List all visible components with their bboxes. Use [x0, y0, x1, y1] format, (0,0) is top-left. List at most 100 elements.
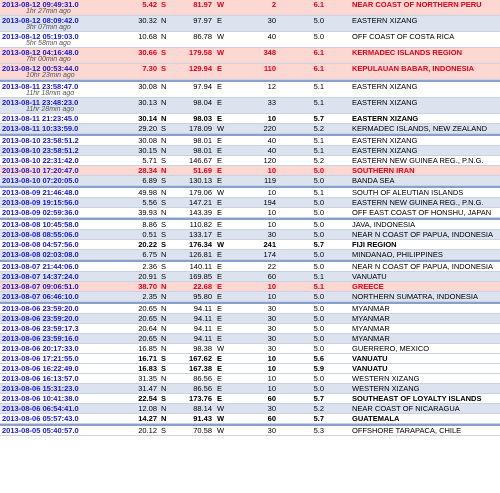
- quake-row[interactable]: 2013-08-11 10:33:59.0 29.20 S 178.09 W 220 5.2…: [0, 124, 500, 134]
- quake-row[interactable]: 2013-08-10 07:20:05.0 6.89 S 130.13 E 119 5.0 B…: [0, 176, 500, 186]
- quake-datetime[interactable]: 2013-08-06 06:54:41.0: [2, 405, 79, 413]
- quake-row[interactable]: 2013-08-12 05:19:03.0 10.68 N 86.78 W 40 5.0 OF…: [0, 32, 500, 48]
- quake-elapsed-time: 11hr 28min ago: [26, 106, 75, 113]
- quake-row[interactable]: 2013-08-07 21:44:06.0 2.36 S 140.11 E 22 5.0 NE…: [0, 262, 500, 272]
- quake-row[interactable]: 2013-08-08 10:45:58.0 8.86 S 110.82 E 10 5.0 JA…: [0, 220, 500, 230]
- quake-region: SOUTHERN IRAN: [352, 166, 415, 175]
- quake-longitude: 110.82: [189, 220, 212, 229]
- quake-row[interactable]: 2013-08-06 23:59:20.0 20.65 N 94.11 E 30 5.0 MY…: [0, 304, 500, 314]
- quake-longitude: 51.69: [193, 166, 212, 175]
- quake-lon-hemisphere: W: [217, 240, 225, 249]
- quake-datetime[interactable]: 2013-08-07 06:46:10.0: [2, 293, 79, 301]
- quake-datetime[interactable]: 2013-08-10 22:31:42.0: [2, 157, 79, 165]
- quake-lon-hemisphere: E: [217, 394, 223, 403]
- quake-row[interactable]: 2013-08-09 19:15:56.0 5.56 S 147.21 E 194 5.0 E…: [0, 198, 500, 208]
- quake-datetime[interactable]: 2013-08-07 21:44:06.0: [2, 263, 79, 271]
- quake-row[interactable]: 2013-08-07 14:37:24.0 20.91 S 169.85 E 60 5.1 V…: [0, 272, 500, 282]
- quake-latitude: 5.71: [142, 156, 157, 165]
- quake-datetime[interactable]: 2013-08-08 02:03:08.0: [2, 251, 79, 259]
- quake-datetime[interactable]: 2013-08-09 02:59:36.0: [2, 209, 79, 217]
- quake-region: KERMADEC ISLANDS REGION: [352, 48, 463, 57]
- quake-region: VANUATU: [352, 364, 388, 373]
- quake-longitude: 179.58: [189, 48, 212, 57]
- quake-row[interactable]: 2013-08-08 08:55:06.0 0.51 S 133.17 E 30 5.0 NE…: [0, 230, 500, 240]
- quake-row[interactable]: 2013-08-06 20:17:33.0 16.85 N 98.38 W 30 5.0 GU…: [0, 344, 500, 354]
- quake-row[interactable]: 2013-08-11 21:23:45.0 30.14 N 98.03 E 10 5.7 EA…: [0, 114, 500, 124]
- quake-row[interactable]: 2013-08-11 23:48:23.0 30.13 N 98.04 E 33 5.1 EA…: [0, 98, 500, 114]
- quake-datetime[interactable]: 2013-08-06 20:17:33.0: [2, 345, 79, 353]
- quake-datetime[interactable]: 2013-08-07 14:37:24.0: [2, 273, 79, 281]
- quake-row[interactable]: 2013-08-08 04:57:56.0 20.22 S 176.34 W 241 5.7…: [0, 240, 500, 250]
- quake-latitude: 38.70: [138, 282, 157, 291]
- quake-row[interactable]: 2013-08-06 16:22:49.0 16.83 S 167.38 E 10 5.9 V…: [0, 364, 500, 374]
- quake-lat-hemisphere: N: [161, 146, 167, 155]
- quake-lat-hemisphere: N: [161, 114, 167, 123]
- quake-row[interactable]: 2013-08-11 23:58:47.0 30.08 N 97.94 E 12 5.1 EA…: [0, 82, 500, 98]
- quake-datetime[interactable]: 2013-08-08 04:57:56.0: [2, 241, 79, 249]
- quake-row[interactable]: 2013-08-06 23:59:16.0 20.65 N 94.11 E 30 5.0 MY…: [0, 334, 500, 344]
- quake-datetime[interactable]: 2013-08-06 16:13:57.0: [2, 375, 79, 383]
- quake-datetime[interactable]: 2013-08-11 10:33:59.0: [2, 125, 78, 133]
- quake-datetime[interactable]: 2013-08-06 23:59:20.0: [2, 315, 79, 323]
- quake-datetime[interactable]: 2013-08-06 10:41:38.0: [2, 395, 79, 403]
- quake-region: GUERRERO, MEXICO: [352, 344, 430, 353]
- quake-datetime[interactable]: 2013-08-07 09:06:51.0: [2, 283, 79, 291]
- quake-magnitude: 6.1: [313, 48, 324, 57]
- quake-datetime[interactable]: 2013-08-11 21:23:45.0: [2, 115, 78, 123]
- quake-longitude: 94.11: [193, 334, 212, 343]
- quake-magnitude: 5.6: [313, 354, 324, 363]
- quake-datetime[interactable]: 2013-08-06 16:22:49.0: [2, 365, 79, 373]
- quake-row[interactable]: 2013-08-10 17:20:47.0 28.34 N 51.69 E 10 5.0 SO…: [0, 166, 500, 176]
- quake-datetime[interactable]: 2013-08-06 05:57:43.0: [2, 415, 79, 423]
- quake-datetime[interactable]: 2013-08-09 19:15:56.0: [2, 199, 79, 207]
- quake-row[interactable]: 2013-08-08 02:03:08.0 6.75 N 126.81 E 174 5.0 M…: [0, 250, 500, 260]
- quake-datetime[interactable]: 2013-08-08 10:45:58.0: [2, 221, 79, 229]
- quake-row[interactable]: 2013-08-10 22:31:42.0 5.71 S 146.67 E 120 5.2 E…: [0, 156, 500, 166]
- quake-row[interactable]: 2013-08-10 23:58:51.2 30.15 N 98.01 E 40 5.1 EA…: [0, 146, 500, 156]
- quake-magnitude: 5.7: [313, 414, 324, 423]
- quake-latitude: 14.27: [138, 414, 157, 423]
- quake-datetime[interactable]: 2013-08-06 23:59:20.0: [2, 305, 79, 313]
- quake-longitude: 94.11: [193, 324, 212, 333]
- quake-lat-hemisphere: N: [161, 414, 167, 423]
- quake-magnitude: 5.0: [313, 16, 324, 25]
- quake-latitude: 31.35: [138, 374, 157, 383]
- quake-row[interactable]: 2013-08-12 09:49:31.0 5.42 S 81.97 W 2 6.1 NEAR…: [0, 0, 500, 16]
- quake-lat-hemisphere: S: [161, 64, 167, 73]
- quake-datetime[interactable]: 2013-08-05 05:40:57.0: [2, 427, 79, 435]
- quake-row[interactable]: 2013-08-12 08:09:42.0 30.32 N 97.97 E 30 5.0 EA…: [0, 16, 500, 32]
- quake-datetime[interactable]: 2013-08-09 21:46:48.0: [2, 189, 79, 197]
- quake-datetime[interactable]: 2013-08-10 07:20:05.0: [2, 177, 79, 185]
- quake-row[interactable]: 2013-08-05 05:40:57.0 20.12 S 70.58 W 30 5.3 OF…: [0, 426, 500, 436]
- quake-row[interactable]: 2013-08-06 05:57:43.0 14.27 N 91.43 W 60 5.7 GU…: [0, 414, 500, 424]
- quake-row[interactable]: 2013-08-06 15:31:23.0 31.47 N 86.56 E 10 5.0 WE…: [0, 384, 500, 394]
- quake-datetime[interactable]: 2013-08-10 17:20:47.0: [2, 167, 79, 175]
- quake-row[interactable]: 2013-08-09 02:59:36.0 39.93 N 143.39 E 10 5.0 O…: [0, 208, 500, 218]
- quake-datetime[interactable]: 2013-08-06 23:59:17.3: [2, 325, 79, 333]
- quake-lat-hemisphere: S: [161, 364, 167, 373]
- quake-row[interactable]: 2013-08-12 00:53:44.0 7.30 S 129.94 E 110 6.1 K…: [0, 64, 500, 80]
- quake-row[interactable]: 2013-08-06 16:13:57.0 31.35 N 86.56 E 10 5.0 WE…: [0, 374, 500, 384]
- quake-row[interactable]: 2013-08-06 10:41:38.0 22.54 S 173.76 E 60 5.7 S…: [0, 394, 500, 404]
- quake-row[interactable]: 2013-08-06 23:59:20.0 20.65 N 94.11 E 30 5.0 MY…: [0, 314, 500, 324]
- quake-longitude: 176.34: [189, 240, 212, 249]
- quake-datetime[interactable]: 2013-08-10 23:58:51.2: [2, 137, 79, 145]
- quake-datetime[interactable]: 2013-08-10 23:58:51.2: [2, 147, 79, 155]
- quake-datetime[interactable]: 2013-08-08 08:55:06.0: [2, 231, 79, 239]
- quake-row[interactable]: 2013-08-12 04:16:48.0 30.66 S 179.58 W 348 6.1…: [0, 48, 500, 64]
- quake-row[interactable]: 2013-08-07 06:46:10.0 2.35 N 95.80 E 10 5.0 NOR…: [0, 292, 500, 302]
- quake-latitude: 5.42: [142, 0, 157, 9]
- quake-datetime[interactable]: 2013-08-06 23:59:16.0: [2, 335, 79, 343]
- quake-lon-hemisphere: E: [217, 208, 223, 217]
- quake-magnitude: 5.1: [313, 82, 324, 91]
- quake-datetime[interactable]: 2013-08-06 17:21:55.0: [2, 355, 79, 363]
- quake-depth: 241: [263, 240, 276, 249]
- quake-row[interactable]: 2013-08-06 17:21:55.0 16.71 S 167.62 E 10 5.6 V…: [0, 354, 500, 364]
- quake-row[interactable]: 2013-08-10 23:58:51.2 30.08 N 98.01 E 40 5.1 EA…: [0, 136, 500, 146]
- quake-magnitude: 6.1: [313, 0, 324, 9]
- quake-row[interactable]: 2013-08-06 23:59:17.3 20.64 N 94.11 E 30 5.0 MY…: [0, 324, 500, 334]
- quake-datetime[interactable]: 2013-08-06 15:31:23.0: [2, 385, 79, 393]
- quake-row[interactable]: 2013-08-07 09:06:51.0 38.70 N 22.68 E 10 5.1 GR…: [0, 282, 500, 292]
- quake-row[interactable]: 2013-08-06 06:54:41.0 12.08 N 88.14 W 30 5.2 NE…: [0, 404, 500, 414]
- quake-row[interactable]: 2013-08-09 21:46:48.0 49.98 N 179.06 W 10 5.1 S…: [0, 188, 500, 198]
